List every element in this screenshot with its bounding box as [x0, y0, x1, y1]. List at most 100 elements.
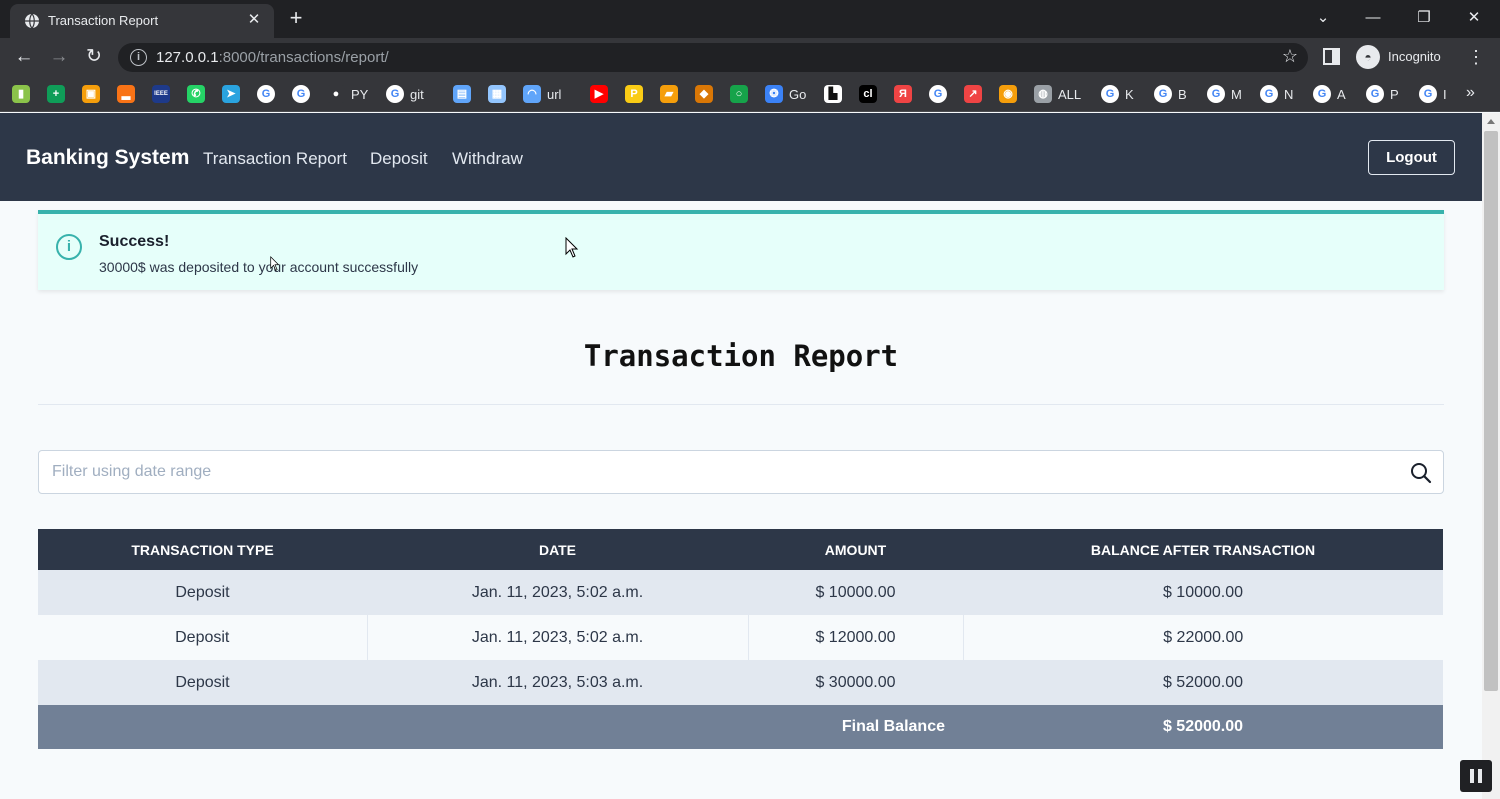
bookmark-item[interactable]: ◍ ALL: [1034, 84, 1081, 104]
side-panel-icon[interactable]: [1323, 48, 1340, 65]
nav-link-transaction-report[interactable]: Transaction Report: [203, 149, 347, 169]
bookmark-item[interactable]: ↗: [964, 84, 982, 104]
bookmark-item[interactable]: ▮: [12, 84, 30, 104]
scroll-thumb[interactable]: [1484, 131, 1498, 691]
restore-icon[interactable]: ❐: [1411, 6, 1437, 30]
bookmark-item[interactable]: G: [292, 84, 310, 104]
bookmark-item[interactable]: ❂ Go: [765, 84, 806, 104]
minimize-icon[interactable]: —: [1360, 6, 1386, 30]
bookmark-item[interactable]: GB: [1154, 84, 1187, 104]
table-header-row: TRANSACTION TYPE DATE AMOUNT BALANCE AFT…: [38, 529, 1443, 570]
bookmark-item[interactable]: ○: [730, 84, 748, 104]
bookmark-item[interactable]: ◉: [999, 84, 1017, 104]
eye-icon: ◉: [999, 85, 1017, 103]
cell-amount: $ 12000.00: [748, 615, 964, 660]
incognito-label: Incognito: [1388, 49, 1441, 64]
new-tab-button[interactable]: +: [284, 6, 308, 30]
mouse-pointer-icon: [565, 237, 579, 258]
bookmark-star-icon[interactable]: ☆: [1282, 46, 1298, 67]
whatsapp-icon: ✆: [187, 85, 205, 103]
bookmarks-overflow-icon[interactable]: »: [1466, 84, 1475, 102]
bookmark-item[interactable]: Я: [894, 84, 912, 104]
bookmark-item[interactable]: ▙: [824, 84, 842, 104]
final-balance-label: Final Balance: [748, 705, 963, 749]
store-icon: ▦: [488, 85, 506, 103]
tab-close-icon[interactable]: ✕: [244, 10, 264, 30]
bookmark-label: url: [547, 86, 562, 102]
url-text[interactable]: 127.0.0.1:8000/transactions/report/: [156, 49, 389, 66]
bookmark-item[interactable]: ◠ url: [523, 84, 561, 104]
brand-logo-text[interactable]: Banking System: [26, 146, 189, 170]
bookmark-item[interactable]: ▂: [117, 84, 135, 104]
cl-icon: cl: [859, 85, 877, 103]
bookmark-item[interactable]: ▣: [82, 84, 100, 104]
forward-icon[interactable]: →: [46, 44, 72, 70]
search-icon[interactable]: [1409, 461, 1433, 485]
tab-search-icon[interactable]: ⌄: [1310, 6, 1336, 30]
cell-balance: $ 10000.00: [963, 570, 1443, 615]
bookmark-item[interactable]: +: [47, 84, 65, 104]
bookmark-item[interactable]: ▦: [488, 84, 506, 104]
bookmark-item[interactable]: GN: [1260, 84, 1293, 104]
bookmark-item[interactable]: ◆: [695, 84, 713, 104]
cell-date: Jan. 11, 2023, 5:02 a.m.: [367, 570, 748, 615]
bookmark-item[interactable]: GM: [1207, 84, 1242, 104]
page-scrollbar[interactable]: [1482, 113, 1500, 799]
bookmark-item[interactable]: cl: [859, 84, 877, 104]
column-header-balance: BALANCE AFTER TRANSACTION: [963, 529, 1443, 570]
bookmark-item[interactable]: ➤: [222, 84, 240, 104]
bookmark-label: K: [1125, 86, 1134, 102]
p-icon: P: [625, 85, 643, 103]
back-icon[interactable]: ←: [11, 44, 37, 70]
youtube-icon: ▶: [590, 85, 608, 103]
final-balance-value: $ 52000.00: [963, 705, 1443, 749]
scroll-up-arrow-icon[interactable]: [1487, 119, 1495, 124]
bookmark-label: I: [1443, 86, 1447, 102]
bookmark-item[interactable]: GK: [1101, 84, 1134, 104]
bookmark-item[interactable]: ✆: [187, 84, 205, 104]
cell-type: Deposit: [38, 615, 368, 660]
page-title: Transaction Report: [583, 339, 899, 373]
bookmark-item[interactable]: G: [257, 84, 275, 104]
bookmark-item[interactable]: Ggit: [386, 84, 424, 104]
browser-tab-bar: Transaction Report ✕ + ⌄ — ❐ ✕: [0, 0, 1500, 38]
blue-page-icon: ▤: [453, 85, 471, 103]
nav-link-deposit[interactable]: Deposit: [370, 149, 428, 169]
film-icon: ▰: [660, 85, 678, 103]
browser-tab[interactable]: Transaction Report ✕: [10, 4, 274, 38]
google-icon: G: [1207, 85, 1225, 103]
bookmark-item[interactable]: ● PY: [327, 84, 368, 104]
bookmarks-bar: ▮ + ▣ ▂ IEEE ✆ ➤ G G ● PY Ggit ▤ ▦ ◠ url ▶ P ▰ ◆ ○ ❂ Go ▙ cl Я G ↗ ◉…: [0, 76, 1500, 112]
site-info-icon[interactable]: i: [130, 49, 147, 66]
cell-amount: $ 30000.00: [748, 660, 963, 705]
address-bar[interactable]: i 127.0.0.1:8000/transactions/report/ ☆: [118, 43, 1308, 72]
footer-empty-cell: [38, 705, 367, 749]
google-icon: G: [1419, 85, 1437, 103]
bookmark-item[interactable]: ▤: [453, 84, 471, 104]
pause-icon[interactable]: [1460, 760, 1492, 792]
bookmark-item[interactable]: GA: [1313, 84, 1346, 104]
reload-icon[interactable]: ↻: [81, 44, 107, 70]
bookmark-item[interactable]: IEEE: [152, 84, 170, 104]
bookmark-item[interactable]: GI: [1419, 84, 1447, 104]
bookmark-item[interactable]: ▶: [590, 84, 608, 104]
bookmark-item[interactable]: GP: [1366, 84, 1399, 104]
cell-amount: $ 10000.00: [748, 570, 963, 615]
bookmark-item[interactable]: P: [625, 84, 643, 104]
google-icon: G: [1101, 85, 1119, 103]
google-icon: G: [1260, 85, 1278, 103]
date-filter-box[interactable]: [38, 450, 1444, 494]
bookmark-item[interactable]: ▰: [660, 84, 678, 104]
bookmark-item[interactable]: G: [929, 84, 947, 104]
final-balance-row: Final Balance $ 52000.00: [38, 705, 1443, 749]
logout-button[interactable]: Logout: [1368, 140, 1455, 175]
column-header-date: DATE: [367, 529, 748, 570]
table-row: Deposit Jan. 11, 2023, 5:02 a.m. $ 10000…: [38, 570, 1443, 615]
date-range-filter-input[interactable]: [52, 463, 1372, 481]
window-close-icon[interactable]: ✕: [1461, 6, 1487, 30]
bookmark-label: ALL: [1058, 86, 1082, 102]
google-icon: G: [1154, 85, 1172, 103]
browser-menu-icon[interactable]: ⋮: [1466, 44, 1486, 70]
nav-link-withdraw[interactable]: Withdraw: [452, 149, 523, 169]
cell-type: Deposit: [38, 660, 367, 705]
